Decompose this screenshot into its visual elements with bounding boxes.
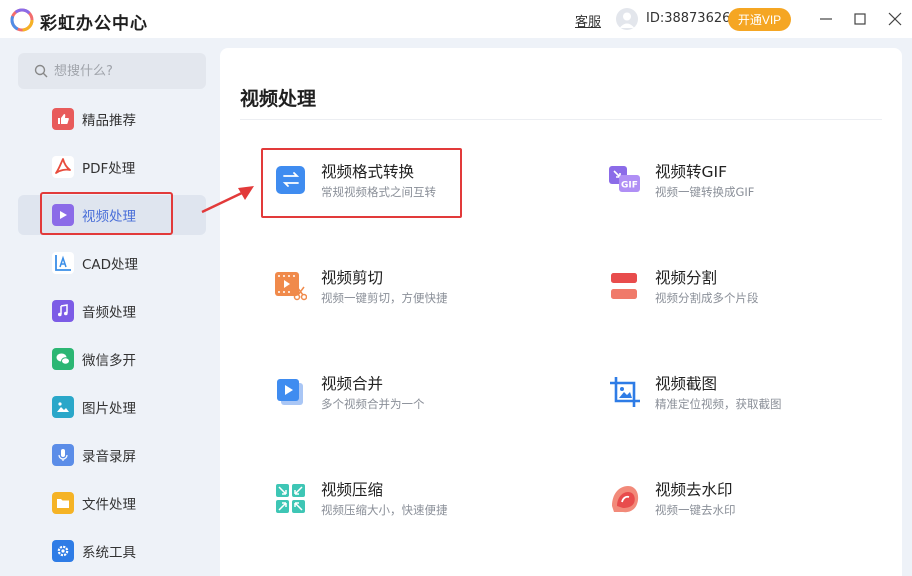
feature-video-format-convert[interactable]: 视频格式转换 常规视频格式之间互转 (275, 160, 555, 220)
thumbs-up-icon (52, 108, 74, 130)
merge-icon (277, 379, 303, 405)
feature-video-merge[interactable]: 视频合并 多个视频合并为一个 (275, 372, 555, 432)
customer-service-link[interactable]: 客服 (575, 11, 601, 30)
feature-desc: 视频分割成多个片段 (655, 291, 759, 305)
scissors-icon (275, 272, 307, 301)
maximize-button[interactable] (850, 9, 870, 29)
sidebar-item-label: 微信多开 (82, 353, 136, 369)
music-icon (52, 300, 74, 322)
pdf-icon (52, 156, 74, 178)
close-button[interactable] (885, 9, 905, 29)
feature-desc: 视频一键转换成GIF (655, 185, 755, 199)
sidebar-item-label: 图片处理 (82, 401, 136, 417)
app-title: 彩虹办公中心 (40, 14, 148, 34)
gif-icon: GIF (609, 166, 640, 192)
cad-icon (52, 252, 74, 274)
sidebar-item-video[interactable]: 视频处理 (18, 195, 206, 235)
feature-name: 视频剪切 (321, 269, 384, 287)
user-icon (619, 12, 635, 28)
wechat-icon (52, 348, 74, 370)
user-id: ID:38873626 (646, 11, 731, 26)
image-icon (52, 396, 74, 418)
feature-desc: 视频一键剪切，方便快捷 (321, 291, 448, 305)
sidebar-item-system[interactable]: 系统工具 (18, 531, 206, 571)
page-title: 视频处理 (240, 88, 317, 110)
eraser-icon (612, 486, 639, 513)
sidebar-item-label: 音频处理 (82, 305, 136, 321)
sidebar: 精品推荐 PDF处理 视频处理 CAD处理 音频处理 微信多开 (0, 38, 220, 576)
feature-video-compress[interactable]: 视频压缩 视频压缩大小，快速便捷 (275, 478, 555, 538)
feature-name: 视频合并 (321, 375, 384, 393)
feature-name: 视频格式转换 (321, 163, 415, 181)
folder-icon (52, 492, 74, 514)
feature-video-remove-watermark[interactable]: 视频去水印 视频一键去水印 (609, 478, 889, 538)
svg-text:GIF: GIF (621, 181, 638, 191)
sidebar-item-cad[interactable]: CAD处理 (18, 243, 206, 283)
compress-icon (276, 484, 305, 513)
feature-desc: 视频压缩大小，快速便捷 (321, 503, 448, 517)
sidebar-item-wechat[interactable]: 微信多开 (18, 339, 206, 379)
feature-desc: 常规视频格式之间互转 (321, 185, 436, 199)
feature-video-screenshot[interactable]: 视频截图 精准定位视频，获取截图 (609, 372, 889, 432)
sidebar-item-featured[interactable]: 精品推荐 (18, 99, 206, 139)
search-box[interactable] (18, 53, 206, 89)
main-panel: 视频处理 视频格式转换 常规视频格式之间互转 GIF 视频转GIF 视频一键转换… (220, 48, 902, 576)
sidebar-item-label: 系统工具 (82, 545, 136, 561)
maximize-icon (854, 13, 866, 25)
avatar[interactable] (616, 8, 638, 30)
open-vip-button[interactable]: 开通VIP (728, 8, 791, 31)
convert-icon (276, 166, 305, 194)
sidebar-item-pdf[interactable]: PDF处理 (18, 147, 206, 187)
sidebar-item-record[interactable]: 录音录屏 (18, 435, 206, 475)
search-input[interactable] (54, 63, 194, 79)
split-icon (611, 273, 637, 299)
feature-desc: 多个视频合并为一个 (321, 397, 425, 411)
search-icon (34, 64, 48, 78)
sidebar-item-label: 录音录屏 (82, 449, 136, 465)
minimize-icon (820, 18, 832, 20)
sidebar-item-label: 文件处理 (82, 497, 136, 513)
divider (240, 119, 882, 120)
app-logo-icon (10, 8, 34, 32)
minimize-button[interactable] (816, 9, 836, 29)
microphone-icon (52, 444, 74, 466)
feature-name: 视频去水印 (655, 481, 733, 499)
sidebar-item-file[interactable]: 文件处理 (18, 483, 206, 523)
sidebar-item-label: 精品推荐 (82, 113, 136, 129)
feature-name: 视频分割 (655, 269, 718, 287)
feature-video-split[interactable]: 视频分割 视频分割成多个片段 (609, 266, 889, 326)
feature-video-to-gif[interactable]: GIF 视频转GIF 视频一键转换成GIF (609, 160, 889, 220)
feature-video-cut[interactable]: 视频剪切 视频一键剪切，方便快捷 (275, 266, 555, 326)
sidebar-item-audio[interactable]: 音频处理 (18, 291, 206, 331)
crop-icon (610, 377, 640, 407)
title-bar: 彩虹办公中心 客服 ID:38873626 开通VIP (0, 0, 912, 38)
feature-desc: 精准定位视频，获取截图 (655, 397, 782, 411)
feature-desc: 视频一键去水印 (655, 503, 736, 517)
feature-name: 视频截图 (655, 375, 718, 393)
feature-name: 视频压缩 (321, 481, 384, 499)
sidebar-item-label: PDF处理 (82, 161, 136, 177)
play-icon (52, 204, 74, 226)
sidebar-item-label: 视频处理 (82, 209, 136, 225)
feature-name: 视频转GIF (655, 163, 727, 181)
gear-icon (52, 540, 74, 562)
close-icon (888, 12, 902, 26)
sidebar-item-image[interactable]: 图片处理 (18, 387, 206, 427)
sidebar-item-label: CAD处理 (82, 257, 139, 273)
